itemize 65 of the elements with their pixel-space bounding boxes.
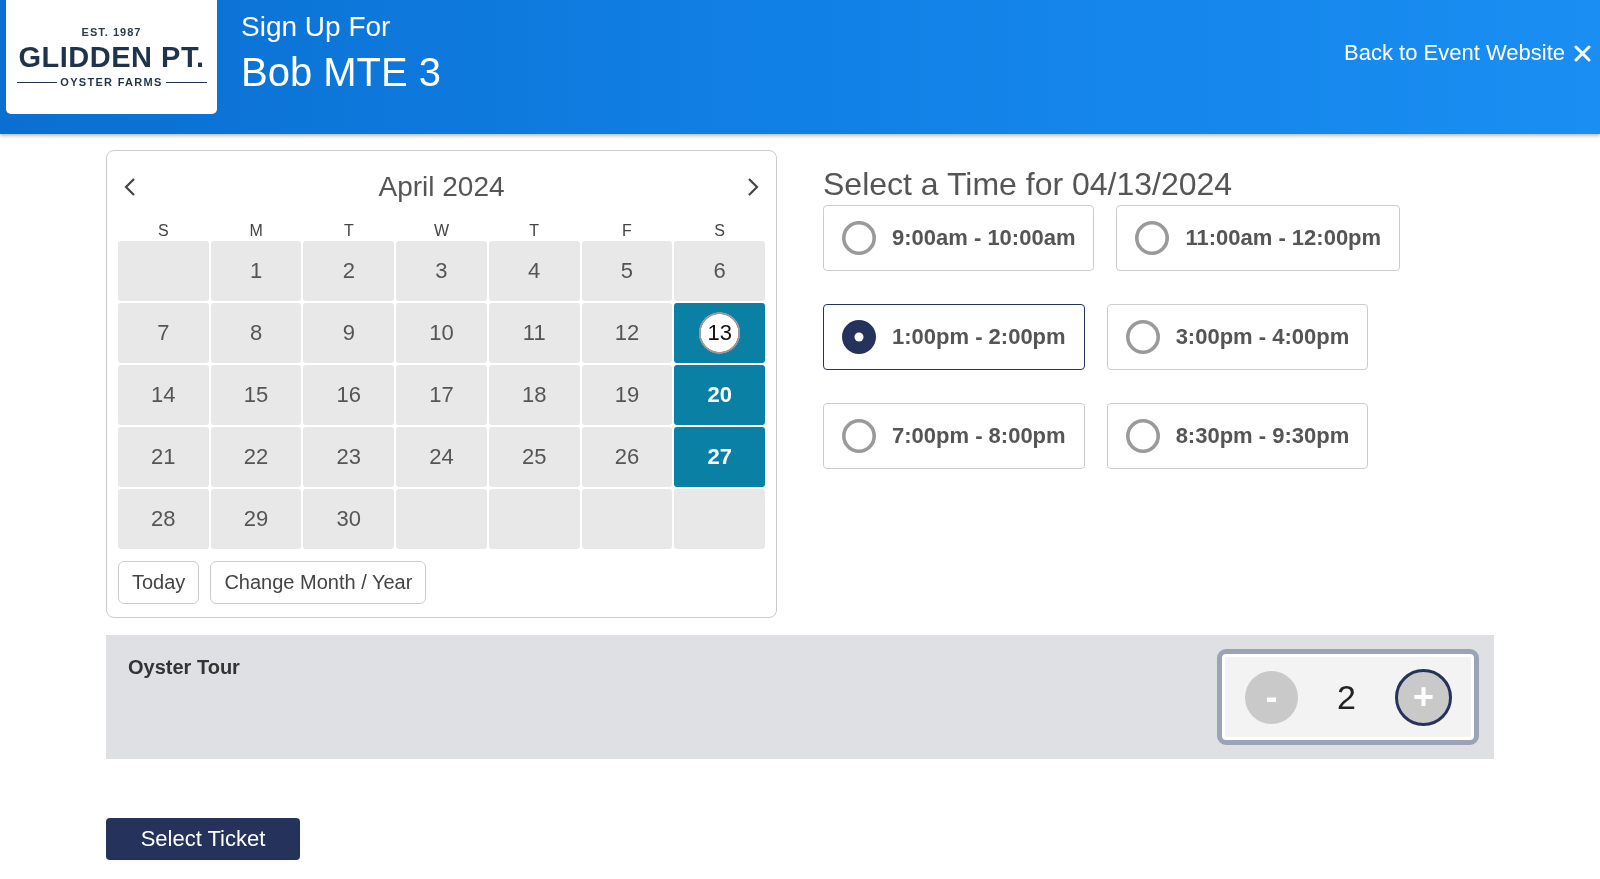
back-link[interactable]: Back to Event Website xyxy=(1344,38,1591,68)
calendar-day[interactable]: 14 xyxy=(118,365,209,425)
weekday-label: M xyxy=(249,221,263,241)
page-subtitle: Sign Up For xyxy=(241,10,392,44)
calendar-day[interactable]: 17 xyxy=(396,365,487,425)
calendar-day[interactable]: 10 xyxy=(396,303,487,363)
calendar-day[interactable]: 19 xyxy=(581,365,673,425)
month-title: April 2024 xyxy=(378,171,505,203)
select-ticket-button[interactable]: Select Ticket xyxy=(106,818,300,860)
time-slot-button[interactable]: 8:30pm - 9:30pm xyxy=(1106,403,1369,469)
time-slot-button[interactable]: 3:00pm - 4:00pm xyxy=(1106,304,1369,370)
calendar-day[interactable]: 29 xyxy=(210,489,302,549)
calendar-day[interactable]: 21 xyxy=(118,427,209,487)
chevron-left-icon[interactable] xyxy=(124,177,136,197)
weekday-label: T xyxy=(343,221,354,241)
ticket-name: Oyster Tour xyxy=(128,655,240,679)
calendar-day[interactable]: 24 xyxy=(396,427,487,487)
calendar-day[interactable]: 22 xyxy=(210,427,302,487)
calendar-day[interactable]: 23 xyxy=(303,427,395,487)
time-heading: Select a Time for 04/13/2024 xyxy=(823,166,1234,202)
calendar-day[interactable]: 11 xyxy=(488,303,580,363)
calendar-day[interactable]: 9 xyxy=(303,303,395,363)
radio-icon xyxy=(1125,320,1160,354)
calendar-day[interactable]: 26 xyxy=(581,427,673,487)
weekday-label: S xyxy=(714,221,725,241)
radio-icon xyxy=(842,221,876,255)
calendar-day[interactable]: 15 xyxy=(210,365,302,425)
radio-icon xyxy=(1125,419,1160,453)
weekday-label: S xyxy=(158,221,169,241)
calendar-day[interactable]: 4 xyxy=(488,241,580,301)
radio-selected-icon xyxy=(842,320,876,354)
time-slot-button[interactable]: 1:00pm - 2:00pm xyxy=(823,304,1085,370)
calendar-day[interactable]: 6 xyxy=(674,241,765,301)
calendar-day[interactable]: 3 xyxy=(396,241,487,301)
logo-tagline: OYSTER FARMS xyxy=(60,76,163,88)
close-icon xyxy=(1574,44,1591,62)
calendar-day[interactable]: 20 xyxy=(674,365,765,425)
calendar-day[interactable]: 13 xyxy=(674,303,765,363)
calendar-day[interactable]: 27 xyxy=(674,427,765,487)
time-slot-button[interactable]: 9:00am - 10:00am xyxy=(823,205,1095,271)
calendar-day[interactable]: 16 xyxy=(303,365,395,425)
calendar-day[interactable]: 12 xyxy=(581,303,673,363)
calendar-day[interactable]: 1 xyxy=(210,241,302,301)
quantity-value: 2 xyxy=(1336,677,1357,717)
event-title: Bob MTE 3 xyxy=(241,49,442,95)
radio-icon xyxy=(1135,221,1170,255)
weekday-label: F xyxy=(622,221,632,241)
calendar-day[interactable]: 25 xyxy=(488,427,580,487)
change-month-button[interactable]: Change Month / Year xyxy=(210,561,427,604)
chevron-right-icon[interactable] xyxy=(747,177,759,197)
calendar-day[interactable]: 8 xyxy=(210,303,302,363)
weekday-label: T xyxy=(529,221,540,241)
calendar-day[interactable]: 7 xyxy=(118,303,209,363)
calendar-day[interactable]: 30 xyxy=(303,489,395,549)
time-slot-button[interactable]: 11:00am - 12:00pm xyxy=(1116,205,1401,271)
calendar-day[interactable]: 18 xyxy=(488,365,580,425)
logo-wordmark: GLIDDEN PT. xyxy=(18,41,205,73)
calendar-day[interactable]: 5 xyxy=(581,241,673,301)
today-button[interactable]: Today xyxy=(118,561,200,604)
time-slot-button[interactable]: 7:00pm - 8:00pm xyxy=(823,403,1085,469)
logo-established-text: EST. 1987 xyxy=(81,26,142,38)
radio-icon xyxy=(842,419,876,453)
calendar-day[interactable]: 2 xyxy=(303,241,395,301)
weekday-label: W xyxy=(433,221,450,241)
calendar-day[interactable]: 28 xyxy=(118,489,209,549)
